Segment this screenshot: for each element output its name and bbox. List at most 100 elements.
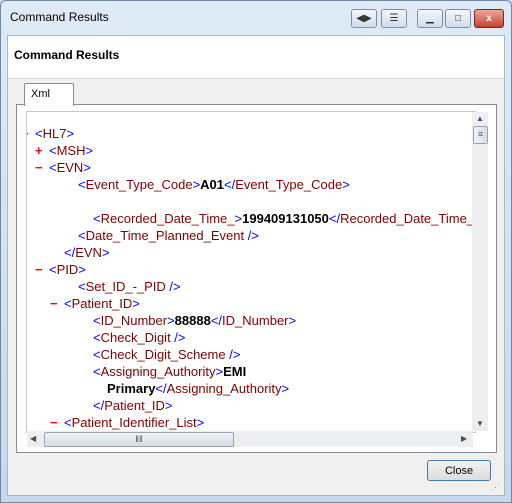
xml-tag-name: Check_Digit [100, 330, 171, 345]
xml-tag-name: ID_Number [100, 313, 168, 328]
page-title: Command Results [14, 48, 120, 62]
xml-bracket: /> [170, 330, 186, 345]
command-results-window: Command Results ◀▶ ☰ ▁ □ x Command Resul… [0, 0, 512, 503]
collapse-icon[interactable]: − [35, 159, 49, 176]
xml-bracket: > [281, 381, 290, 396]
xml-bracket: > [215, 364, 224, 379]
dialog-body: Command Results Xml −<HL7>+<MSH>−<EVN><E… [7, 35, 505, 496]
xml-tag-name: Patient_ID [71, 296, 133, 311]
xml-line: − <EVN> [35, 159, 91, 176]
xml-bracket: < [78, 228, 86, 243]
tab-xml[interactable]: Xml [24, 83, 74, 106]
xml-tag-name: HL7 [42, 126, 67, 141]
xml-bracket: > [167, 313, 175, 328]
xml-tag-name: Date_Time_Planned_Event [85, 228, 245, 243]
xml-viewer[interactable]: −<HL7>+<MSH>−<EVN><Event_Type_Code>A01</… [26, 111, 476, 433]
header-strip: Command Results [8, 36, 504, 79]
xml-bracket: < [35, 126, 43, 141]
minimize-button[interactable]: ▁ [417, 9, 443, 28]
xml-tag-name: Event_Type_Code [235, 177, 343, 192]
resize-grip-icon[interactable]: ⋰ [491, 482, 501, 492]
xml-bracket: < [93, 313, 101, 328]
xml-tag-name: Assigning_Authority [166, 381, 282, 396]
xml-line: <Check_Digit_Scheme /> [93, 346, 240, 363]
xml-tag-name: Event_Type_Code [85, 177, 193, 192]
horizontal-scrollbar[interactable]: ◀ ‖‖ ▶ [27, 431, 473, 447]
document-icon[interactable]: ☰ [381, 9, 407, 28]
xml-bracket: </ [155, 381, 167, 396]
xml-bracket: > [342, 177, 350, 192]
xml-bracket: </ [224, 177, 236, 192]
xml-value: Primary [107, 381, 156, 396]
xml-bracket: /> [225, 347, 241, 362]
xml-bracket: < [49, 143, 57, 158]
xml-bracket: > [288, 313, 297, 328]
title-bar[interactable]: Command Results ◀▶ ☰ ▁ □ x [1, 1, 511, 35]
xml-bracket: > [234, 211, 243, 226]
xml-line: <Date_Time_Planned_Event /> [78, 227, 259, 244]
xml-tag-name: Patient_ID [104, 398, 165, 413]
xml-bracket: < [64, 415, 72, 430]
sync-icon[interactable]: ◀▶ [351, 9, 377, 28]
xml-tag-name: Recorded_Date_Time_ [100, 211, 235, 226]
xml-bracket: > [196, 415, 205, 430]
xml-tag-name: PID [56, 262, 79, 277]
scroll-up-icon[interactable]: ▲ [476, 114, 484, 123]
xml-line: <ID_Number>88888</ID_Number> [93, 312, 296, 329]
expand-icon[interactable]: + [35, 142, 49, 159]
scroll-left-icon[interactable]: ◀ [30, 434, 36, 443]
xml-line: − <Patient_Identifier_List> [50, 414, 204, 431]
xml-tag-name: EVN [75, 245, 102, 260]
xml-bracket: < [49, 262, 57, 277]
xml-line: Primary</Assigning_Authority> [107, 380, 289, 397]
xml-tag-name: ID_Number [222, 313, 289, 328]
xml-bracket: < [93, 364, 101, 379]
collapse-icon[interactable]: − [27, 125, 35, 142]
xml-line: − <Patient_ID> [50, 295, 140, 312]
xml-bracket: </ [328, 211, 341, 226]
xml-bracket: > [132, 296, 140, 311]
horizontal-scroll-thumb[interactable]: ‖‖ [44, 432, 234, 447]
xml-line: <Check_Digit /> [93, 329, 186, 346]
xml-line: −<HL7> [27, 125, 75, 142]
xml-bracket: > [164, 398, 173, 413]
xml-value: 199409131050 [242, 211, 329, 226]
xml-value: EMI [223, 364, 247, 379]
xml-bracket: > [83, 160, 91, 175]
xml-tag-name: EVN [56, 160, 84, 175]
scroll-down-icon[interactable]: ▼ [476, 419, 484, 428]
collapse-icon[interactable]: − [50, 414, 64, 431]
xml-tag-name: Set_ID_-_PID [85, 279, 166, 294]
xml-bracket: < [93, 347, 101, 362]
vertical-scroll-thumb[interactable]: ≡ [473, 126, 488, 144]
xml-bracket: > [66, 126, 75, 141]
xml-line: − <PID> [35, 261, 86, 278]
xml-bracket: < [49, 160, 57, 175]
vertical-scrollbar[interactable]: ▲ ≡ ▼ [472, 112, 488, 431]
xml-tag-name: MSH [56, 143, 86, 158]
xml-bracket: < [64, 296, 72, 311]
xml-bracket: </ [210, 313, 223, 328]
xml-line: <Assigning_Authority>EMI [93, 363, 246, 380]
xml-line: <Event_Type_Code>A01</Event_Type_Code> [78, 176, 350, 193]
xml-bracket: > [78, 262, 86, 277]
xml-value: A01 [200, 177, 225, 192]
xml-line: </EVN> [64, 244, 110, 261]
scroll-right-icon[interactable]: ▶ [461, 434, 467, 443]
xml-tag-name: Assigning_Authority [100, 364, 216, 379]
xml-bracket: </ [64, 245, 76, 260]
xml-value: 88888 [174, 313, 211, 328]
collapse-icon[interactable]: − [50, 295, 64, 312]
close-button[interactable]: Close [427, 460, 491, 481]
close-window-button[interactable]: x [474, 9, 504, 28]
maximize-button[interactable]: □ [445, 9, 471, 28]
xml-bracket: </ [93, 398, 105, 413]
collapse-icon[interactable]: − [35, 261, 49, 278]
xml-bracket: /> [165, 279, 181, 294]
window-title: Command Results [10, 10, 109, 24]
xml-bracket: /> [244, 228, 259, 243]
xml-line: </Patient_ID> [93, 397, 173, 414]
xml-tag-name: Recorded_Date_Time_ [340, 211, 475, 226]
xml-bracket: < [78, 279, 86, 294]
xml-line: + <MSH> [35, 142, 93, 159]
